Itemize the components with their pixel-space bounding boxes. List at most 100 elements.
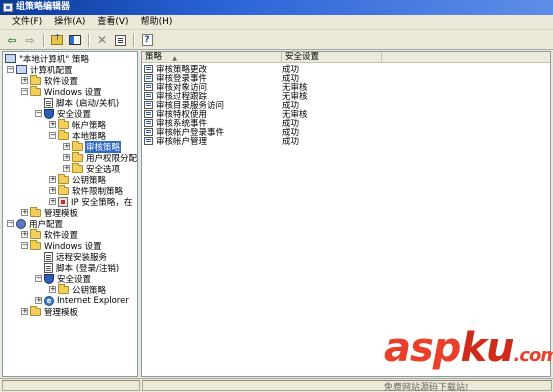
tree-item-security-options[interactable]: + 安全选项 xyxy=(63,162,121,175)
collapse-icon[interactable]: − xyxy=(35,110,42,117)
tree-label: IP 安全策略，在 xyxy=(71,197,133,208)
delete-icon[interactable]: ✕ xyxy=(94,33,110,48)
column-header-label: 安全设置 xyxy=(285,52,320,62)
tree-item-software-restriction[interactable]: + 软件限制策略 xyxy=(49,184,124,197)
tree-item-windows-settings[interactable]: − Windows 设置 xyxy=(21,85,103,98)
console-tree[interactable]: "本地计算机" 策略 − 计算机配置 + 软件设置 − Windows 设置 脚… xyxy=(2,51,138,377)
menu-action[interactable]: 操作(A) xyxy=(48,15,91,29)
collapse-icon[interactable]: − xyxy=(7,66,14,73)
expand-icon[interactable]: + xyxy=(63,165,70,172)
toolbar-separator xyxy=(43,33,44,47)
folder-icon xyxy=(30,74,41,85)
toolbar-separator xyxy=(133,33,134,47)
folder-icon xyxy=(58,118,69,129)
menu-view[interactable]: 查看(V) xyxy=(91,15,134,29)
column-header-policy[interactable]: 策略 ▲ xyxy=(142,52,282,63)
expand-icon[interactable]: + xyxy=(49,187,56,194)
folder-icon xyxy=(30,85,41,96)
column-header-filler xyxy=(382,52,550,63)
tree-item-root[interactable]: "本地计算机" 策略 xyxy=(5,53,90,65)
properties-button[interactable] xyxy=(112,33,128,48)
title-bar: 组策略编辑器 xyxy=(0,0,553,15)
folder-icon xyxy=(30,228,41,239)
security-icon xyxy=(44,108,54,119)
up-one-level-button[interactable] xyxy=(49,33,65,48)
menu-help[interactable]: 帮助(H) xyxy=(135,15,179,29)
tree-item-user-security-settings[interactable]: − 安全设置 xyxy=(35,273,92,285)
expand-icon[interactable]: + xyxy=(63,143,70,150)
list-header: 策略 ▲ 安全设置 xyxy=(142,52,550,63)
policy-name: 审核帐户管理 xyxy=(156,136,208,147)
list-item[interactable]: 审核帐户管理 成功 xyxy=(142,136,382,147)
tree-item-computer-config[interactable]: − 计算机配置 xyxy=(7,64,74,76)
tree-item-user-public-key[interactable]: + 公钥策略 xyxy=(49,283,107,296)
watermark-logo: aspku.com xyxy=(384,325,553,371)
toolbar: ⇦ ⇨ ✕ ? xyxy=(0,31,553,50)
app-icon xyxy=(3,3,13,12)
expand-icon[interactable]: + xyxy=(21,231,28,238)
folder-icon xyxy=(30,305,41,316)
tree-item-public-key[interactable]: + 公钥策略 xyxy=(49,173,107,186)
tree-item-audit-policy[interactable]: + 审核策略 xyxy=(63,140,122,153)
tree-item-security-settings[interactable]: − 安全设置 xyxy=(35,108,92,120)
folder-icon xyxy=(72,140,83,151)
tree-item-scripts-logon[interactable]: 脚本 (登录/注销) xyxy=(35,262,120,274)
folder-icon xyxy=(58,283,69,294)
forward-arrow-icon[interactable]: ⇨ xyxy=(22,33,38,48)
tree-label: 管理模板 xyxy=(44,307,79,318)
folder-icon xyxy=(58,129,69,140)
remote-install-icon xyxy=(44,251,53,262)
folder-up-icon xyxy=(51,33,63,45)
tree-item-user-windows-settings[interactable]: − Windows 设置 xyxy=(21,239,103,252)
tree-item-user-rights[interactable]: + 用户权限分配 xyxy=(63,151,137,164)
expand-icon[interactable]: + xyxy=(49,286,56,293)
collapse-icon[interactable]: − xyxy=(35,275,42,282)
window-title: 组策略编辑器 xyxy=(16,2,71,12)
help-icon: ? xyxy=(141,34,153,46)
tree-item-ip-security[interactable]: + IP 安全策略，在 xyxy=(49,196,133,208)
tree-label: Internet Explorer xyxy=(57,295,129,306)
expand-icon[interactable]: + xyxy=(49,198,56,205)
expand-icon[interactable]: + xyxy=(49,121,56,128)
tree-item-local-policies[interactable]: − 本地策略 xyxy=(49,129,107,142)
expand-icon[interactable]: + xyxy=(63,154,70,161)
tree-item-admin-templates[interactable]: + 管理模板 xyxy=(21,206,79,219)
tree-item-scripts-startup[interactable]: 脚本 (启动/关机) xyxy=(35,97,120,109)
column-header-security-setting[interactable]: 安全设置 xyxy=(282,52,382,63)
tree-label: 公钥策略 xyxy=(72,285,107,296)
help-button[interactable]: ? xyxy=(139,33,155,48)
watermark-caption: 免费网站源码下载站! xyxy=(384,383,469,392)
folder-icon xyxy=(30,206,41,217)
expand-icon[interactable]: + xyxy=(49,176,56,183)
tree-item-user-software-settings[interactable]: + 软件设置 xyxy=(21,228,79,241)
collapse-icon[interactable]: − xyxy=(49,132,56,139)
tree-item-software-settings[interactable]: + 软件设置 xyxy=(21,74,79,87)
expand-icon[interactable]: + xyxy=(21,308,28,315)
collapse-icon[interactable]: − xyxy=(21,242,28,249)
expand-icon[interactable]: + xyxy=(21,209,28,216)
expand-icon[interactable]: + xyxy=(21,77,28,84)
user-icon xyxy=(16,218,26,229)
menu-bar: 文件(F) 操作(A) 查看(V) 帮助(H) xyxy=(0,15,553,30)
show-hide-tree-button[interactable] xyxy=(67,33,83,48)
tree-item-internet-explorer[interactable]: + e Internet Explorer xyxy=(35,295,130,306)
policy-root-icon xyxy=(5,54,16,63)
collapse-icon[interactable]: − xyxy=(7,220,14,227)
folder-icon xyxy=(72,162,83,173)
collapse-icon[interactable]: − xyxy=(21,88,28,95)
tree-item-account-policies[interactable]: + 帐户策略 xyxy=(49,118,107,131)
menu-file[interactable]: 文件(F) xyxy=(6,15,48,29)
tree-item-user-admin-templates[interactable]: + 管理模板 xyxy=(21,305,79,318)
script-icon xyxy=(44,97,53,108)
back-arrow-icon[interactable]: ⇦ xyxy=(4,33,20,48)
tree-item-remote-install[interactable]: 远程安装服务 xyxy=(35,251,108,263)
expand-icon[interactable]: + xyxy=(35,297,42,304)
folder-icon xyxy=(30,239,41,250)
tree-item-user-config[interactable]: − 用户配置 xyxy=(7,218,64,230)
security-icon xyxy=(44,273,54,284)
folder-icon xyxy=(58,184,69,195)
toolbar-separator xyxy=(88,33,89,47)
